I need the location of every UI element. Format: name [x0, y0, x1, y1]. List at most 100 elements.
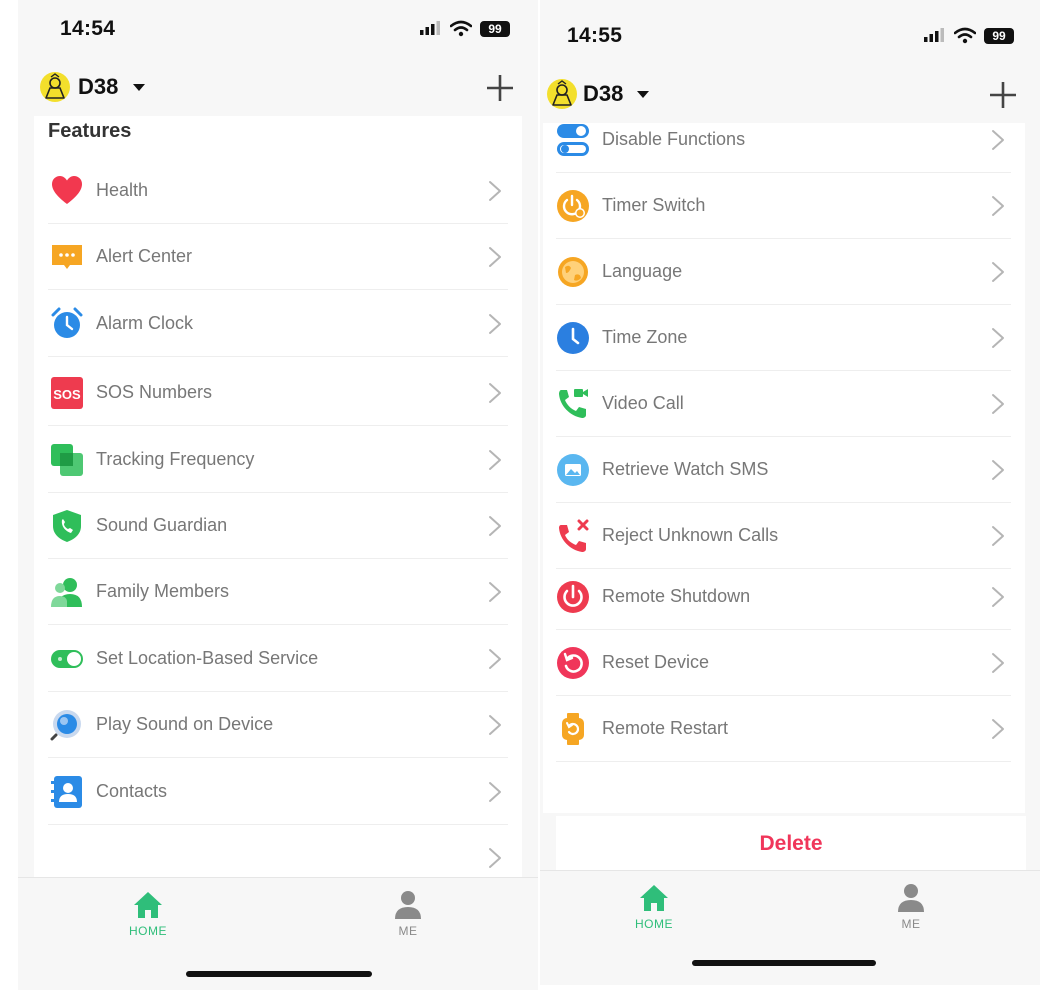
- chevron-right-icon[interactable]: [488, 313, 502, 335]
- list-item-retrieve-watch-sms[interactable]: Retrieve Watch SMS: [543, 437, 1025, 503]
- tab-me[interactable]: ME: [871, 883, 951, 931]
- chevron-right-icon[interactable]: [991, 652, 1005, 674]
- chevron-right-icon[interactable]: [991, 393, 1005, 415]
- row-divider: [48, 624, 508, 625]
- wifi-icon: [954, 27, 976, 44]
- watch-restart-icon: [556, 712, 590, 746]
- chevron-right-icon[interactable]: [991, 195, 1005, 217]
- chevron-right-icon[interactable]: [488, 847, 502, 869]
- list-item-language[interactable]: Language: [543, 239, 1025, 305]
- wifi-icon: [450, 20, 472, 37]
- home-icon: [640, 885, 668, 911]
- alarm-clock-icon: [50, 307, 84, 341]
- tab-home[interactable]: HOME: [108, 890, 188, 938]
- chevron-right-icon[interactable]: [488, 180, 502, 202]
- add-device-button[interactable]: [486, 74, 514, 102]
- search-sound-icon: [50, 708, 84, 742]
- chevron-right-icon[interactable]: [488, 246, 502, 268]
- chevron-right-icon[interactable]: [488, 714, 502, 736]
- list-item-tracking-frequency[interactable]: Tracking Frequency: [34, 427, 522, 493]
- status-bar: 14:55 99: [540, 0, 1040, 56]
- list-item-reject-unknown-calls[interactable]: Reject Unknown Calls: [543, 503, 1025, 569]
- list-item-label: Play Sound on Device: [96, 714, 274, 734]
- features-list: Features Health Alert Center Alarm Clock SO…: [34, 116, 522, 878]
- tab-me[interactable]: ME: [368, 890, 448, 938]
- chevron-right-icon[interactable]: [488, 515, 502, 537]
- image-sms-icon: [556, 453, 590, 487]
- status-icons: 99: [924, 27, 1016, 45]
- list-item-alert-center[interactable]: Alert Center: [34, 224, 522, 290]
- list-item-label: Reject Unknown Calls: [602, 525, 779, 545]
- list-item-time-zone[interactable]: Time Zone: [543, 305, 1025, 371]
- chevron-right-icon[interactable]: [488, 581, 502, 603]
- list-item-family-members[interactable]: Family Members: [34, 559, 522, 625]
- list-item-label: Retrieve Watch SMS: [602, 459, 769, 479]
- row-divider: [48, 425, 508, 426]
- list-item-remote-shutdown[interactable]: Remote Shutdown: [543, 564, 1025, 630]
- chevron-right-icon[interactable]: [488, 648, 502, 670]
- tab-home[interactable]: HOME: [614, 883, 694, 931]
- settings-list: Disable Functions Timer Switch Language Tim…: [543, 123, 1025, 813]
- list-item-alarm-clock[interactable]: Alarm Clock: [34, 291, 522, 357]
- list-item-health[interactable]: Health: [34, 158, 522, 224]
- list-item-label: Language: [602, 261, 683, 281]
- top-nav: D38: [540, 70, 1040, 118]
- avatar-person-icon: [44, 73, 66, 99]
- list-item-blank[interactable]: [34, 825, 522, 878]
- list-item-remote-restart[interactable]: Remote Restart: [543, 696, 1025, 762]
- add-device-button[interactable]: [989, 81, 1017, 109]
- person-icon: [395, 891, 421, 919]
- chevron-right-icon[interactable]: [991, 586, 1005, 608]
- list-item-disable-functions[interactable]: Disable Functions: [543, 123, 1025, 173]
- list-item-label: Alarm Clock: [96, 313, 194, 333]
- list-item-play-sound-on-device[interactable]: Play Sound on Device: [34, 692, 522, 758]
- chevron-right-icon[interactable]: [991, 129, 1005, 151]
- chevron-right-icon[interactable]: [488, 449, 502, 471]
- row-divider: [48, 356, 508, 357]
- list-item-label: Remote Restart: [602, 718, 729, 738]
- tab-bar: HOME ME: [18, 877, 538, 990]
- cellular-signal-icon: [420, 21, 440, 35]
- left-phone-screen: 14:54 99 D38 Features Health Alert Center…: [18, 0, 538, 990]
- device-avatar[interactable]: [40, 72, 70, 102]
- toggles-icon: [556, 123, 590, 157]
- home-indicator: [186, 971, 372, 977]
- list-item-label: Sound Guardian: [96, 515, 228, 535]
- list-item-label: Disable Functions: [602, 129, 746, 149]
- list-item-label: Reset Device: [602, 652, 710, 672]
- chevron-right-icon[interactable]: [991, 261, 1005, 283]
- dropdown-caret-icon[interactable]: [133, 84, 145, 91]
- reject-call-icon: [556, 519, 590, 553]
- chevron-right-icon[interactable]: [488, 382, 502, 404]
- delete-bar[interactable]: Delete: [556, 816, 1026, 870]
- list-item-contacts[interactable]: Contacts: [34, 759, 522, 825]
- toggle-icon: [50, 642, 84, 676]
- list-item-timer-switch[interactable]: Timer Switch: [543, 173, 1025, 239]
- delete-button[interactable]: Delete: [556, 832, 1026, 856]
- list-item-set-location-based-service[interactable]: Set Location-Based Service: [34, 626, 522, 692]
- chevron-right-icon[interactable]: [488, 781, 502, 803]
- chevron-right-icon[interactable]: [991, 459, 1005, 481]
- dropdown-caret-icon[interactable]: [637, 91, 649, 98]
- home-indicator: [692, 960, 876, 966]
- globe-icon: [556, 255, 590, 289]
- reset-icon: [556, 646, 590, 680]
- list-item-reset-device[interactable]: Reset Device: [543, 630, 1025, 696]
- chevron-right-icon[interactable]: [991, 525, 1005, 547]
- list-item-sos-numbers[interactable]: SOS SOS Numbers: [34, 360, 522, 426]
- list-item-video-call[interactable]: Video Call: [543, 371, 1025, 437]
- device-avatar[interactable]: [547, 79, 577, 109]
- tab-me-label: ME: [901, 917, 921, 931]
- person-icon: [898, 884, 924, 912]
- device-name[interactable]: D38: [78, 74, 118, 100]
- device-name[interactable]: D38: [583, 81, 623, 107]
- list-item-label: Set Location-Based Service: [96, 648, 319, 668]
- top-nav: D38: [18, 63, 538, 111]
- list-item-sound-guardian[interactable]: Sound Guardian: [34, 493, 522, 559]
- chevron-right-icon[interactable]: [991, 718, 1005, 740]
- right-phone-screen: 14:55 99 D38 Disable Functions Timer Swit…: [540, 0, 1040, 985]
- chevron-right-icon[interactable]: [991, 327, 1005, 349]
- sos-icon: SOS: [50, 376, 84, 410]
- list-item-label: Time Zone: [602, 327, 688, 347]
- list-item-label: SOS Numbers: [96, 382, 213, 402]
